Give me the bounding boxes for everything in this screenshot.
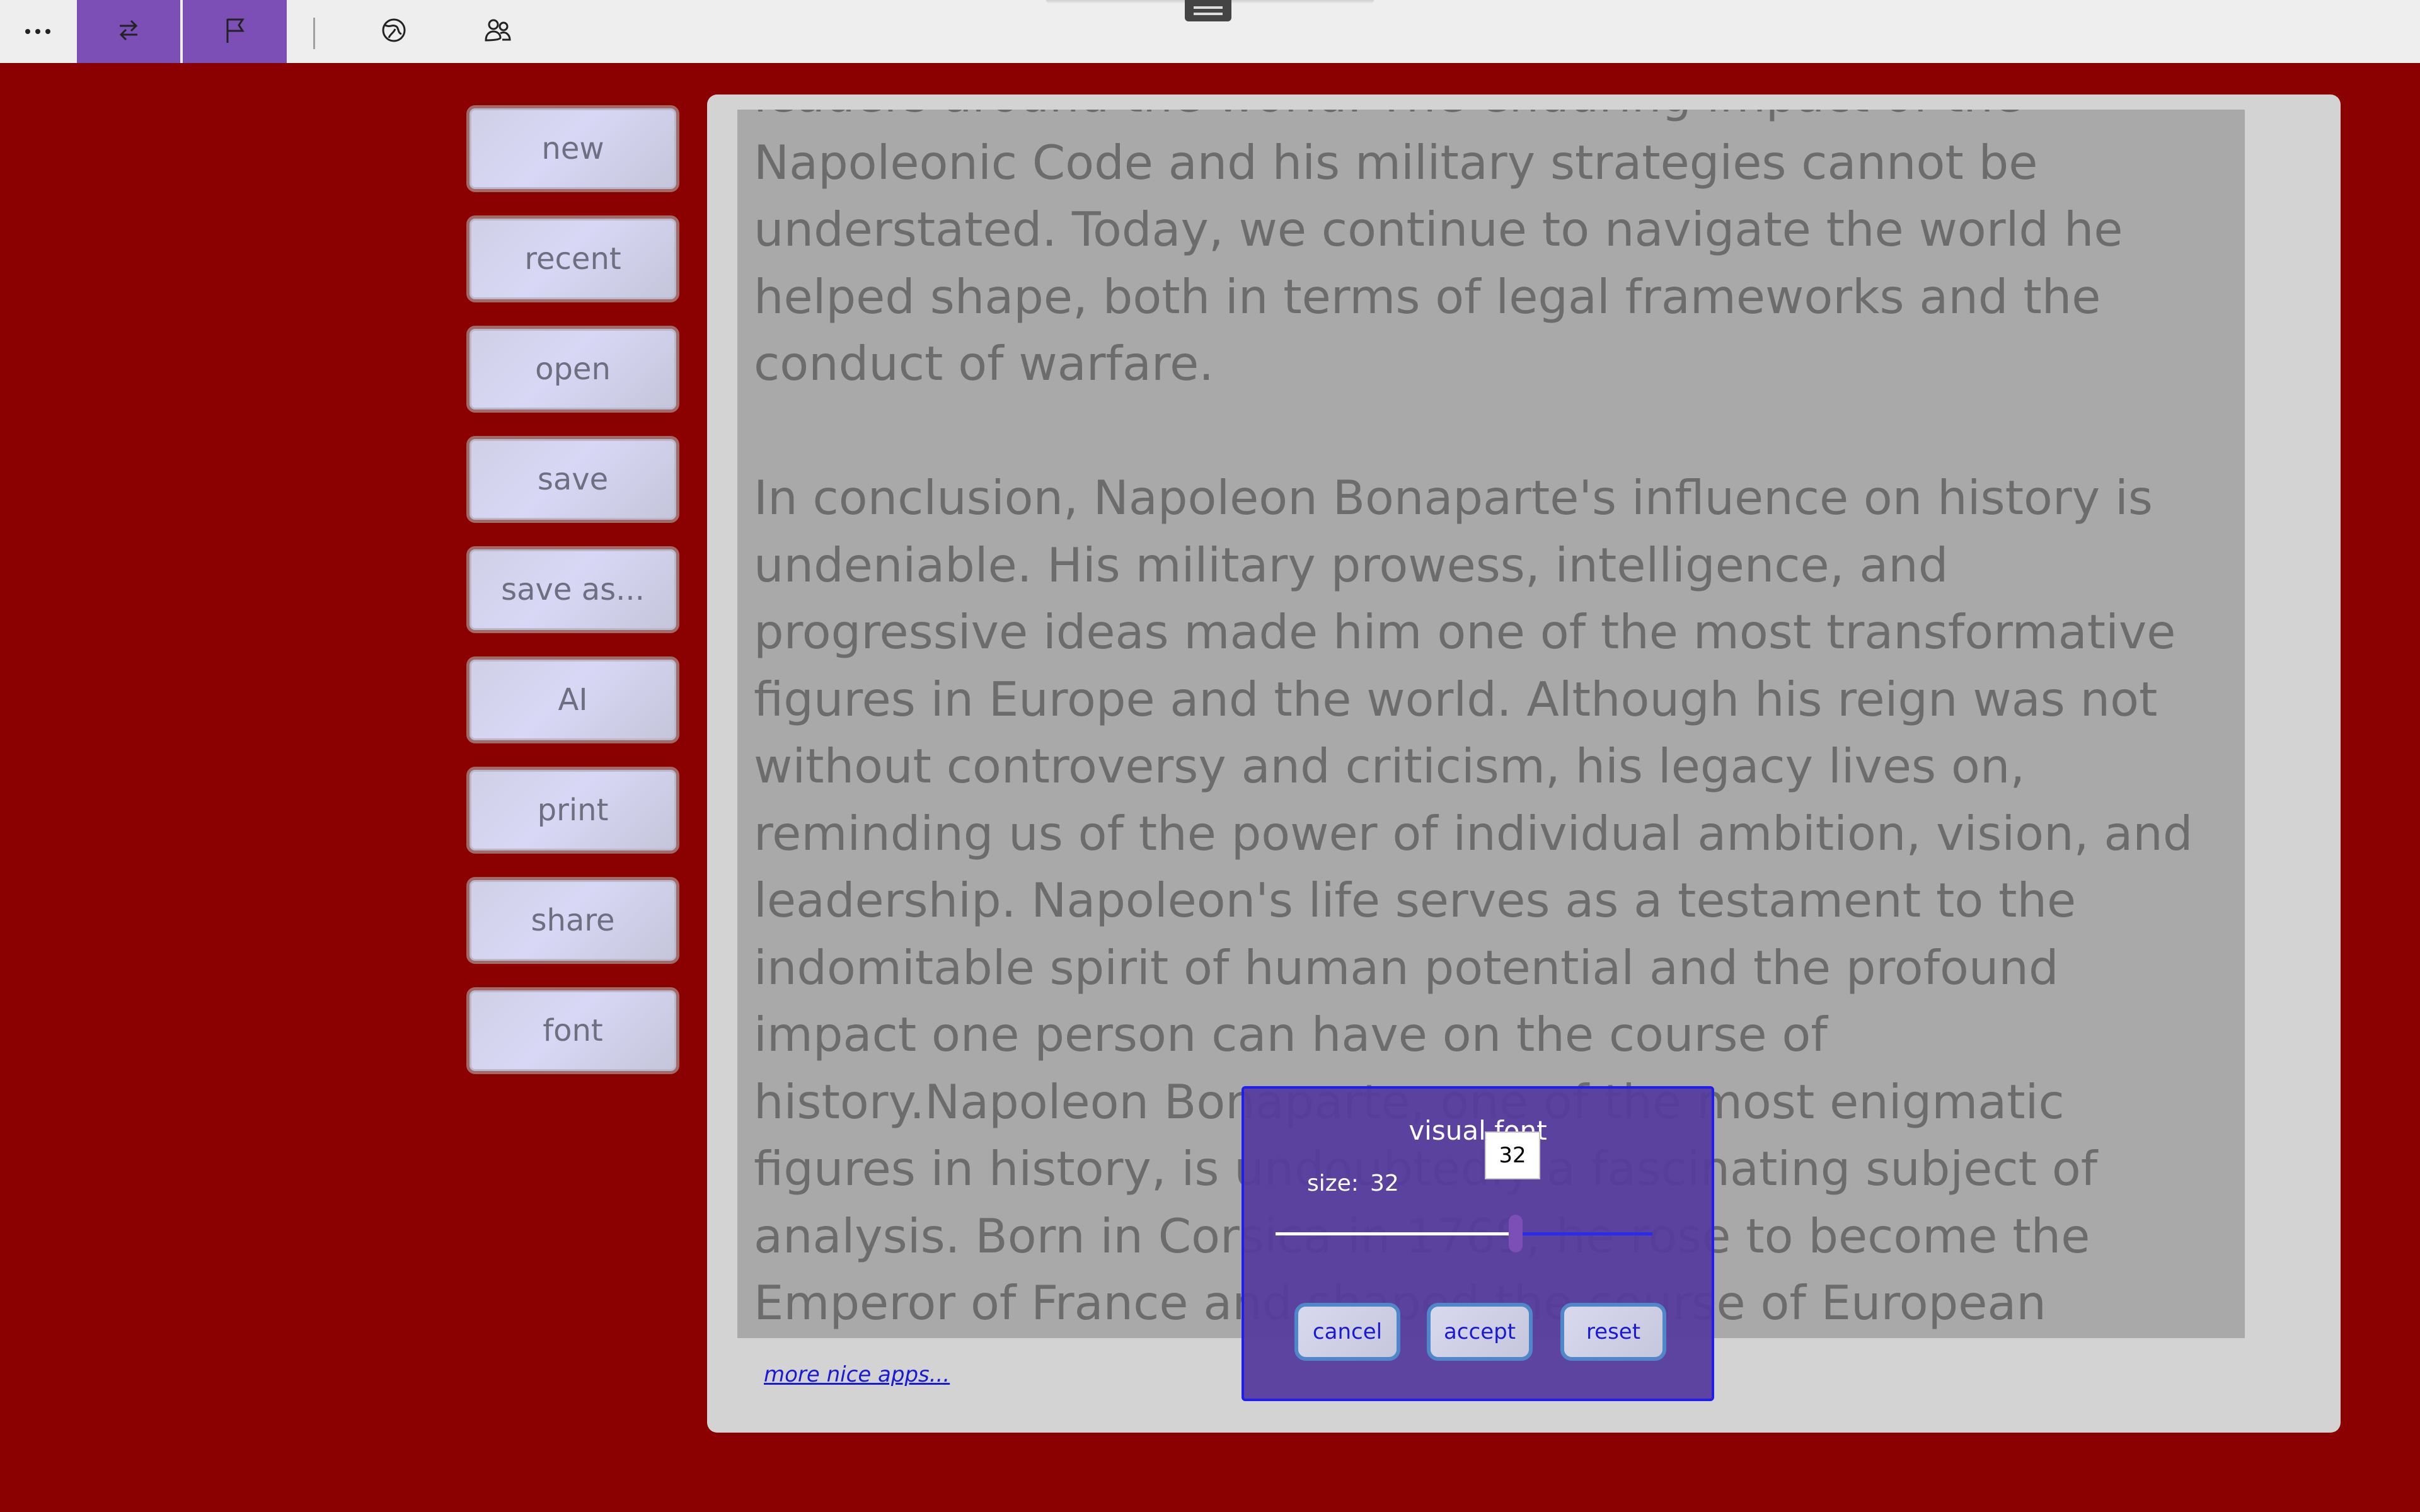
more-options-button[interactable] xyxy=(0,0,76,63)
people-icon xyxy=(483,16,512,47)
globe-button[interactable] xyxy=(353,0,435,63)
font-button[interactable]: font xyxy=(466,987,679,1074)
globe-icon xyxy=(380,16,408,47)
size-label: size: xyxy=(1307,1171,1359,1196)
top-toolbar xyxy=(0,0,2420,63)
slider-value-tooltip: 32 xyxy=(1485,1131,1540,1179)
share-button[interactable]: share xyxy=(466,877,679,964)
save-button[interactable]: save xyxy=(466,436,679,523)
open-button[interactable]: open xyxy=(466,326,679,413)
cancel-button[interactable]: cancel xyxy=(1294,1303,1400,1361)
dialog-title: visual font xyxy=(1409,1115,1547,1146)
new-button[interactable]: new xyxy=(466,105,679,192)
toolbar-separator xyxy=(313,18,315,49)
font-size-slider-track[interactable] xyxy=(1515,1232,1652,1235)
accept-button[interactable]: accept xyxy=(1427,1303,1533,1361)
save-as-button[interactable]: save as... xyxy=(466,546,679,633)
flag-icon xyxy=(222,16,248,47)
swap-arrows-icon xyxy=(116,18,141,45)
size-value: 32 xyxy=(1370,1171,1399,1196)
flag-button[interactable] xyxy=(183,0,287,63)
ai-button[interactable]: AI xyxy=(466,656,679,743)
visual-font-dialog: visual font size: 32 32 cancel accept re… xyxy=(1242,1086,1714,1401)
print-button[interactable]: print xyxy=(466,767,679,854)
swap-button[interactable] xyxy=(77,0,180,63)
font-size-slider-track-filled[interactable] xyxy=(1276,1232,1515,1235)
ellipsis-icon xyxy=(24,26,52,38)
font-size-slider-thumb[interactable] xyxy=(1509,1215,1523,1252)
people-button[interactable] xyxy=(457,0,539,63)
recent-button[interactable]: recent xyxy=(466,215,679,302)
window-drag-handle[interactable] xyxy=(1185,0,1231,21)
reset-button[interactable]: reset xyxy=(1560,1303,1666,1361)
more-apps-link[interactable]: more nice apps... xyxy=(764,1362,950,1387)
